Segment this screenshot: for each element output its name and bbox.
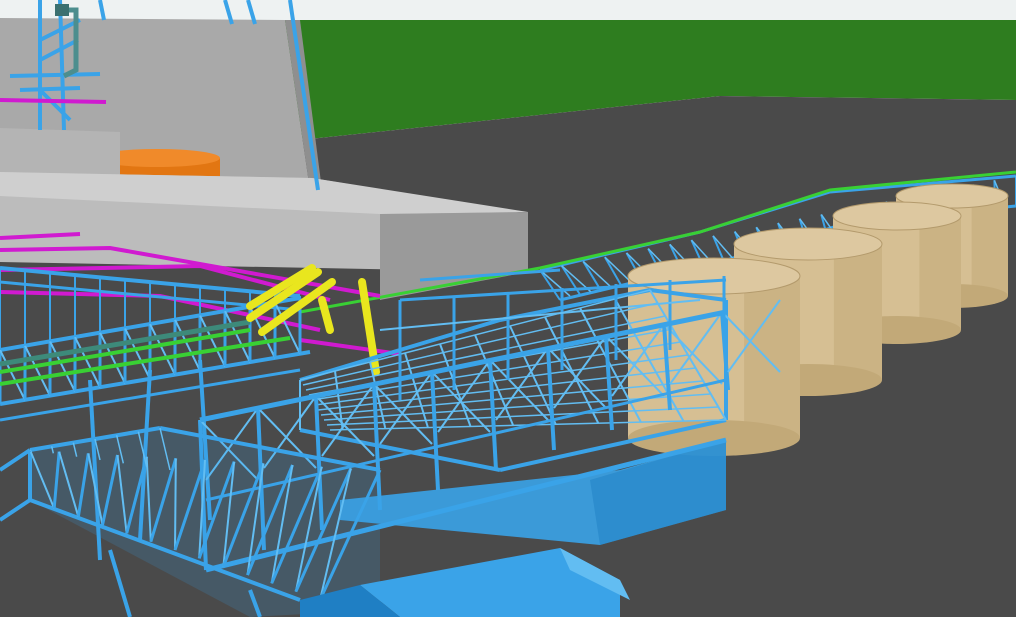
silo-shade [833,244,882,380]
silo-shade [744,276,800,438]
silo-top [733,227,883,261]
3d-viewport[interactable] [0,0,1016,617]
silo-shade [971,196,1008,296]
teal-valve [55,4,69,16]
walkway-diagonal [174,458,177,551]
silo-shade [919,216,961,330]
silo [627,257,801,456]
silo-top [832,201,962,231]
plant-3d-scene[interactable] [0,0,1016,617]
gray-building-mid [0,128,120,178]
